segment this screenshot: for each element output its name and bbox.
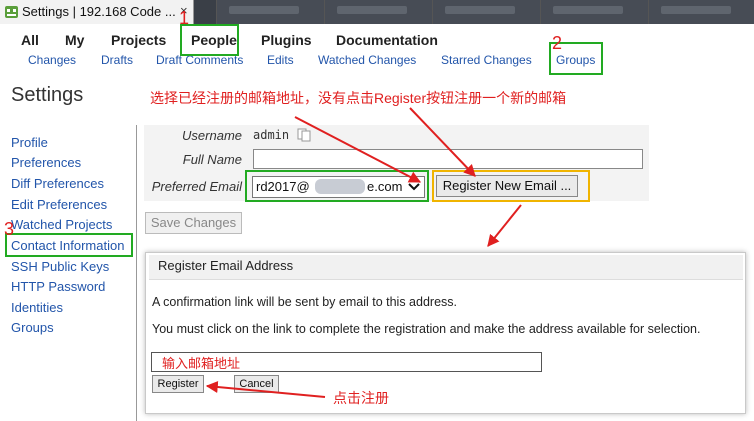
annotation-arrows bbox=[205, 107, 522, 398]
arrow-to-register-new-email bbox=[409, 107, 476, 177]
arrow-to-register-button bbox=[205, 381, 326, 398]
arrow-to-email-select bbox=[294, 116, 422, 183]
arrow-to-dialog bbox=[487, 204, 522, 247]
